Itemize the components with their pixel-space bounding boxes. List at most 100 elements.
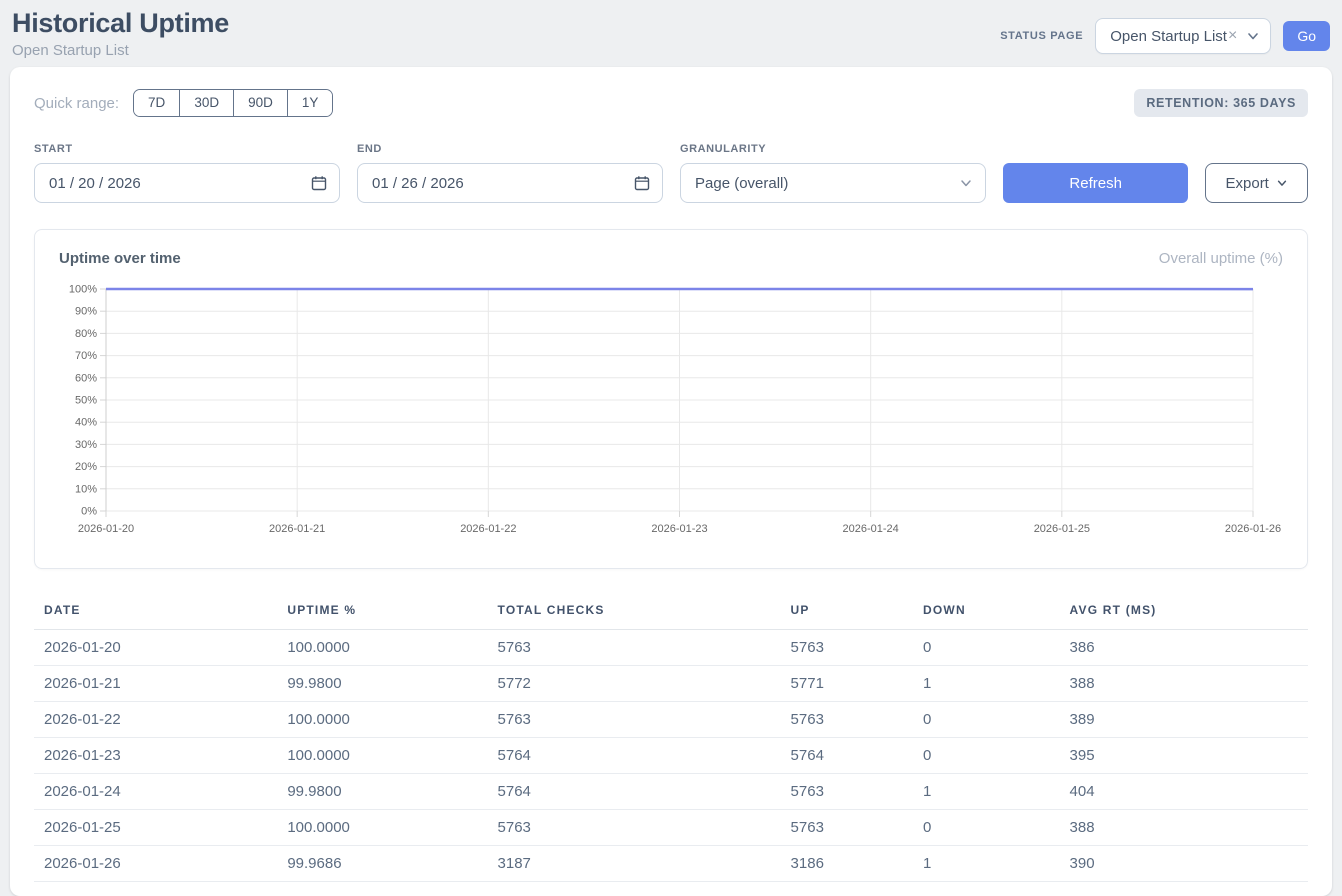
table-cell: 5763 — [781, 774, 913, 810]
table-header: DATEUPTIME %TOTAL CHECKSUPDOWNAVG RT (MS… — [34, 593, 1308, 630]
start-date-field: START 01 / 20 / 2026 — [34, 143, 340, 203]
svg-text:100%: 100% — [69, 284, 97, 296]
calendar-icon[interactable] — [311, 175, 327, 191]
table-row: 2026-01-22100.0000576357630389 — [34, 702, 1308, 738]
filters-row: START 01 / 20 / 2026 END 01 / 26 / 2026 … — [34, 143, 1308, 203]
uptime-line-chart: 0%10%20%30%40%50%60%70%80%90%100%2026-01… — [59, 281, 1285, 547]
granularity-select[interactable]: Page (overall) — [680, 163, 986, 203]
svg-text:70%: 70% — [75, 350, 97, 362]
quick-range-group: 7D 30D 90D 1Y — [133, 89, 333, 117]
table-cell: 5772 — [488, 666, 781, 702]
table-cell: 2026-01-20 — [34, 630, 277, 666]
start-date-input[interactable]: 01 / 20 / 2026 — [34, 163, 340, 203]
svg-text:40%: 40% — [75, 417, 97, 429]
svg-text:50%: 50% — [75, 395, 97, 407]
table-row: 2026-01-25100.0000576357630388 — [34, 810, 1308, 846]
table-row: 2026-01-2499.9800576457631404 — [34, 774, 1308, 810]
page-title: Historical Uptime — [12, 8, 229, 39]
granularity-value: Page (overall) — [695, 175, 959, 192]
quick-range-1y-button[interactable]: 1Y — [287, 90, 333, 116]
table-cell: 2026-01-21 — [34, 666, 277, 702]
table-cell: 99.9686 — [277, 846, 487, 882]
svg-text:80%: 80% — [75, 328, 97, 340]
chevron-down-icon — [959, 176, 973, 190]
table-cell: 3186 — [781, 846, 913, 882]
go-button[interactable]: Go — [1283, 21, 1330, 51]
page-header: Historical Uptime Open Startup List STAT… — [0, 0, 1342, 67]
table-cell: 2026-01-25 — [34, 810, 277, 846]
column-header: UP — [781, 593, 913, 630]
status-page-select[interactable]: Open Startup List × — [1095, 18, 1271, 54]
svg-text:2026-01-23: 2026-01-23 — [651, 523, 707, 535]
end-date-value: 01 / 26 / 2026 — [372, 175, 634, 192]
chevron-down-icon — [1246, 29, 1260, 43]
table-cell: 0 — [913, 702, 1060, 738]
table-cell: 386 — [1060, 630, 1308, 666]
table-cell: 2026-01-22 — [34, 702, 277, 738]
header-controls: STATUS PAGE Open Startup List × Go — [1000, 18, 1330, 54]
svg-text:90%: 90% — [75, 306, 97, 318]
svg-text:0%: 0% — [81, 506, 97, 518]
table-cell: 390 — [1060, 846, 1308, 882]
column-header: UPTIME % — [277, 593, 487, 630]
table-cell: 99.9800 — [277, 774, 487, 810]
table-cell: 388 — [1060, 810, 1308, 846]
chart-title: Uptime over time — [59, 250, 181, 267]
svg-text:2026-01-21: 2026-01-21 — [269, 523, 325, 535]
quick-range-90d-button[interactable]: 90D — [233, 90, 287, 116]
granularity-field: GRANULARITY Page (overall) — [680, 143, 986, 203]
table-cell: 1 — [913, 846, 1060, 882]
quick-range-30d-button[interactable]: 30D — [179, 90, 233, 116]
column-header: AVG RT (MS) — [1060, 593, 1308, 630]
end-date-label: END — [357, 143, 663, 155]
table-cell: 395 — [1060, 738, 1308, 774]
table-row: 2026-01-20100.0000576357630386 — [34, 630, 1308, 666]
retention-badge: RETENTION: 365 DAYS — [1134, 89, 1308, 117]
page-subtitle: Open Startup List — [12, 42, 229, 59]
table-cell: 5763 — [488, 630, 781, 666]
table-cell: 0 — [913, 810, 1060, 846]
table-cell: 2026-01-26 — [34, 846, 277, 882]
chart-legend: Overall uptime (%) — [1159, 250, 1283, 267]
column-header: DATE — [34, 593, 277, 630]
quick-range-row: Quick range: 7D 30D 90D 1Y RETENTION: 36… — [34, 89, 1308, 117]
table-cell: 5764 — [488, 774, 781, 810]
quick-range-label: Quick range: — [34, 95, 119, 112]
table-cell: 2026-01-23 — [34, 738, 277, 774]
main-card: Quick range: 7D 30D 90D 1Y RETENTION: 36… — [10, 67, 1332, 896]
export-button[interactable]: Export — [1205, 163, 1308, 203]
svg-text:20%: 20% — [75, 461, 97, 473]
column-header: DOWN — [913, 593, 1060, 630]
table-row: 2026-01-2699.9686318731861390 — [34, 846, 1308, 882]
clear-selection-icon[interactable]: × — [1228, 28, 1237, 44]
svg-text:10%: 10% — [75, 483, 97, 495]
end-date-input[interactable]: 01 / 26 / 2026 — [357, 163, 663, 203]
table-cell: 0 — [913, 630, 1060, 666]
end-date-field: END 01 / 26 / 2026 — [357, 143, 663, 203]
svg-text:2026-01-22: 2026-01-22 — [460, 523, 516, 535]
table-cell: 5763 — [781, 810, 913, 846]
table-cell: 388 — [1060, 666, 1308, 702]
start-date-label: START — [34, 143, 340, 155]
table-cell: 5763 — [781, 702, 913, 738]
table-cell: 100.0000 — [277, 738, 487, 774]
table-cell: 0 — [913, 738, 1060, 774]
table-cell: 1 — [913, 774, 1060, 810]
quick-range-7d-button[interactable]: 7D — [134, 90, 179, 116]
status-page-value: Open Startup List — [1110, 28, 1227, 45]
table-cell: 3187 — [488, 846, 781, 882]
table-row: 2026-01-23100.0000576457640395 — [34, 738, 1308, 774]
svg-text:30%: 30% — [75, 439, 97, 451]
table-cell: 100.0000 — [277, 810, 487, 846]
table-cell: 5763 — [488, 702, 781, 738]
svg-text:2026-01-26: 2026-01-26 — [1225, 523, 1281, 535]
table-cell: 5763 — [781, 630, 913, 666]
title-block: Historical Uptime Open Startup List — [12, 8, 229, 59]
refresh-button[interactable]: Refresh — [1003, 163, 1188, 203]
table-cell: 1 — [913, 666, 1060, 702]
chart-header: Uptime over time Overall uptime (%) — [35, 230, 1307, 281]
calendar-icon[interactable] — [634, 175, 650, 191]
table-row: 2026-01-2199.9800577257711388 — [34, 666, 1308, 702]
table-cell: 2026-01-24 — [34, 774, 277, 810]
table-cell: 389 — [1060, 702, 1308, 738]
